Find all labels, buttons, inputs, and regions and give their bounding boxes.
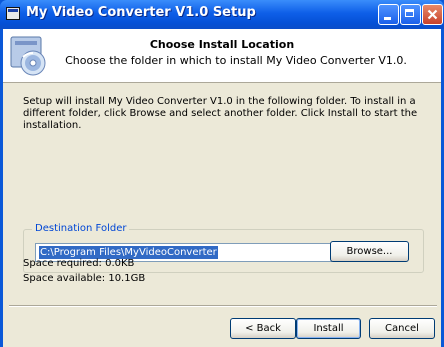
installer-icon [6,7,20,20]
close-button[interactable] [422,4,443,25]
window-title: My Video Converter V1.0 Setup [26,5,256,20]
destination-folder-label: Destination Folder [32,223,130,234]
back-button[interactable]: < Back [230,318,296,339]
minimize-button[interactable] [378,4,399,25]
close-icon [427,9,438,20]
browse-button-label: Browse... [346,246,393,257]
setup-window: My Video Converter V1.0 Setup Choose Ins… [0,0,444,347]
maximize-button[interactable] [400,4,421,25]
back-button-label: < Back [245,323,281,334]
space-available-text: Space available: 10.1GB [23,273,146,284]
browse-button[interactable]: Browse... [330,241,409,262]
dialog-body: Choose Install Location Choose the folde… [3,29,441,347]
install-button-label: Install [313,323,344,334]
title-bar[interactable]: My Video Converter V1.0 Setup [0,0,444,29]
install-button[interactable]: Install [296,318,361,339]
space-required-text: Space required: 0.0KB [23,258,135,269]
instructions-text: Setup will install My Video Converter V1… [23,96,418,131]
cancel-button[interactable]: Cancel [369,318,435,339]
header-panel: Choose Install Location Choose the folde… [3,29,441,83]
page-subtitle: Choose the folder in which to install My… [65,54,407,67]
footer-divider [9,305,437,307]
page-title: Choose Install Location [149,38,295,51]
cancel-button-label: Cancel [385,323,419,334]
